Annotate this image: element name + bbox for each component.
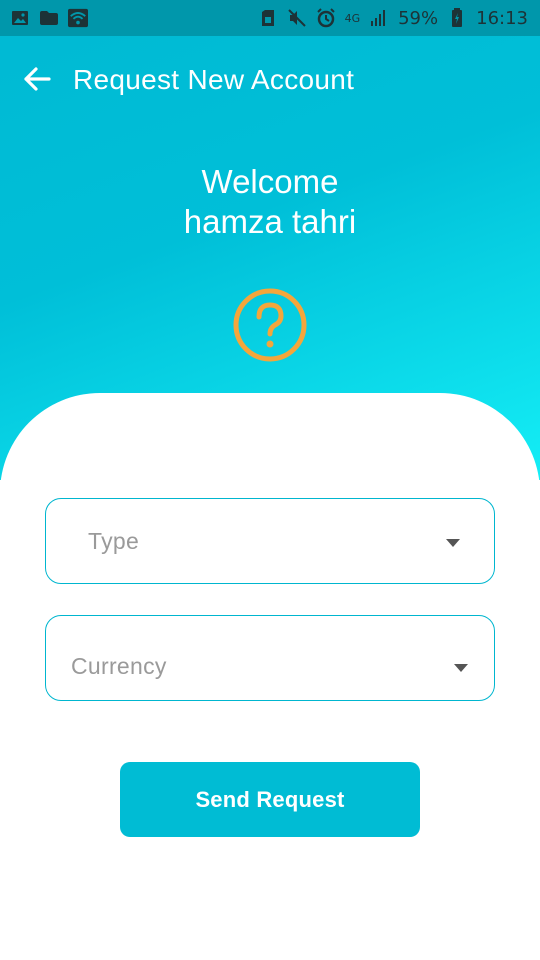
currency-dropdown[interactable]: Currency	[45, 615, 495, 701]
app-bar: Request New Account	[0, 50, 540, 114]
page-title: Request New Account	[73, 64, 355, 95]
type-dropdown[interactable]: Type	[45, 498, 495, 584]
mute-icon	[287, 8, 307, 28]
clock: 16:13	[476, 7, 528, 29]
image-icon	[10, 8, 30, 28]
welcome-line: Welcome	[201, 163, 339, 200]
send-request-button[interactable]: Send Request	[120, 762, 420, 837]
sim-icon	[258, 8, 278, 28]
status-bar-right: 4G 59% 16:13	[258, 8, 528, 29]
question-circle-icon	[232, 287, 308, 363]
caret-down-icon	[446, 539, 460, 547]
status-bar: 4G 59% 16:13	[0, 0, 540, 36]
battery-percent: 59%	[398, 7, 439, 29]
caret-down-icon	[454, 664, 468, 672]
currency-label: Currency	[71, 652, 167, 679]
folder-icon	[39, 8, 59, 28]
status-bar-left	[10, 8, 88, 28]
battery-icon	[447, 8, 467, 28]
alarm-icon	[316, 8, 336, 28]
signal-icon	[369, 8, 389, 28]
back-button[interactable]	[20, 64, 54, 98]
wifi-icon	[68, 8, 88, 28]
welcome-message: Welcome hamza tahri	[0, 162, 540, 242]
arrow-left-icon	[23, 66, 51, 97]
type-label: Type	[88, 527, 140, 554]
user-name: hamza tahri	[183, 203, 357, 240]
network-type: 4G	[344, 11, 361, 25]
